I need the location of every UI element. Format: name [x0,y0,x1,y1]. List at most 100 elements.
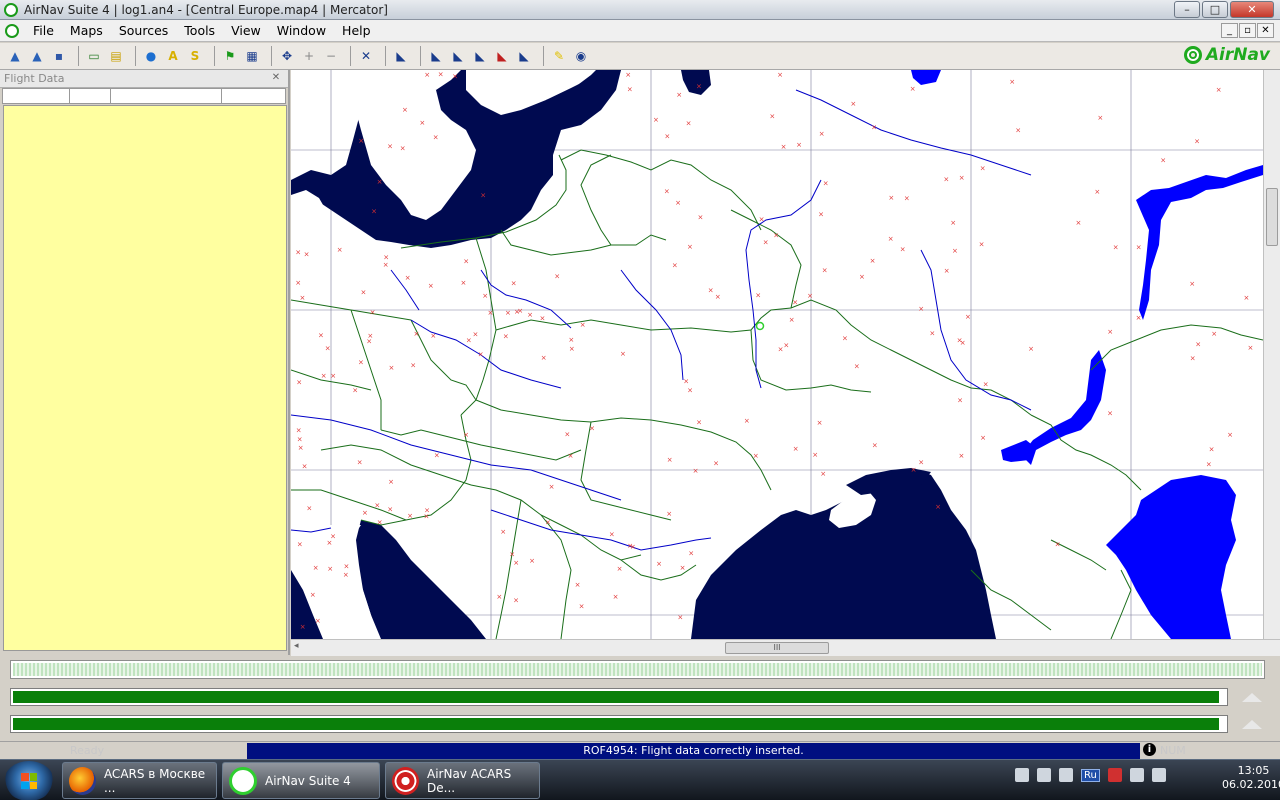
chart-icon[interactable]: ◣ [392,47,410,65]
airport-marker[interactable]: × [513,597,519,605]
airport-marker[interactable]: × [910,85,916,93]
airport-marker[interactable]: × [918,458,924,466]
airport-marker[interactable]: × [505,309,511,317]
airport-marker[interactable]: × [1194,138,1200,146]
airport-marker[interactable]: × [463,431,469,439]
airport-marker[interactable]: × [918,305,924,313]
airport-marker[interactable]: × [1107,328,1113,336]
radar-icon[interactable]: ▦ [243,47,261,65]
chart-4-icon[interactable]: ◣ [471,47,489,65]
airport-marker[interactable]: × [488,309,494,317]
airport-marker[interactable]: × [1009,78,1015,86]
airport-marker[interactable]: × [1107,409,1113,417]
chart-2-icon[interactable]: ◣ [427,47,445,65]
airport-marker[interactable]: × [343,571,349,579]
zoom-out-icon[interactable]: − [322,47,340,65]
airport-marker[interactable]: × [424,71,430,79]
airport-marker[interactable]: × [698,213,704,221]
airport-marker[interactable]: × [358,137,364,145]
taskbar-item-firefox[interactable]: ACARS в Москве ... [62,762,217,799]
open-icon[interactable]: ▲ [6,47,24,65]
airport-marker[interactable]: × [366,338,372,346]
airport-marker[interactable]: × [950,219,956,227]
airport-marker[interactable]: × [773,231,779,239]
airport-marker[interactable]: × [300,294,306,302]
airport-marker[interactable]: × [957,396,963,404]
airport-marker[interactable]: × [511,280,517,288]
airport-marker[interactable]: × [653,116,659,124]
airport-marker[interactable]: × [888,194,894,202]
airport-marker[interactable]: × [433,134,439,142]
airport-marker[interactable]: × [304,250,310,258]
menu-sources[interactable]: Sources [111,23,176,38]
airport-marker[interactable]: × [715,293,721,301]
airport-marker[interactable]: × [466,336,472,344]
airport-marker[interactable]: × [935,503,941,511]
keyboard-icon[interactable] [1037,768,1051,782]
airport-marker[interactable]: × [482,292,488,300]
airport-marker[interactable]: × [1094,188,1100,196]
column-header[interactable] [3,89,70,103]
flight-list[interactable] [3,105,287,651]
network-icon[interactable] [1015,768,1029,782]
airport-marker[interactable]: × [306,504,312,512]
highlight-icon[interactable]: ✎ [550,47,568,65]
airport-marker[interactable]: × [549,483,555,491]
airport-marker[interactable]: × [1113,243,1119,251]
close-button[interactable]: ✕ [1230,1,1274,18]
map-horizontal-scrollbar[interactable]: ◂ III [291,639,1280,656]
airport-marker[interactable]: × [944,267,950,275]
airport-marker[interactable]: × [297,436,303,444]
airport-marker[interactable]: × [911,466,917,474]
airport-marker[interactable]: × [904,194,910,202]
minimize-button[interactable]: – [1174,1,1200,18]
airport-marker[interactable]: × [461,279,467,287]
action-center-icon[interactable] [1107,768,1122,782]
airport-marker[interactable]: × [554,273,560,281]
airport-marker[interactable]: × [388,478,394,486]
airport-marker[interactable]: × [713,460,719,468]
airport-marker[interactable]: × [410,362,416,370]
airport-marker[interactable]: × [822,267,828,275]
airport-marker[interactable]: × [1248,344,1254,352]
airport-marker[interactable]: × [358,359,364,367]
airport-marker[interactable]: × [693,467,699,475]
maximize-button[interactable]: □ [1202,1,1228,18]
airport-marker[interactable]: × [677,614,683,622]
airport-marker[interactable]: × [871,124,877,132]
vertical-scroll-thumb[interactable] [1266,188,1278,246]
airport-marker[interactable]: × [872,441,878,449]
airport-marker[interactable]: × [438,70,444,78]
airport-marker[interactable]: × [854,362,860,370]
airport-marker[interactable]: × [959,174,965,182]
airport-marker[interactable]: × [428,282,434,290]
airport-marker[interactable]: × [344,563,350,571]
airport-marker[interactable]: × [980,434,986,442]
airport-marker[interactable]: × [789,316,795,324]
airport-marker[interactable]: × [357,459,363,467]
airport-marker[interactable]: × [627,86,633,94]
airport-marker[interactable]: × [527,311,533,319]
airport-marker[interactable]: × [763,239,769,247]
airport-marker[interactable]: × [688,550,694,558]
airport-marker[interactable]: × [452,73,458,81]
expand-arrow-icon[interactable] [1242,720,1262,729]
airport-marker[interactable]: × [509,550,515,558]
airport-marker[interactable]: × [870,257,876,265]
airport-marker[interactable]: × [580,321,586,329]
airport-marker[interactable]: × [820,470,826,478]
airport-marker[interactable]: × [753,452,759,460]
notes-icon[interactable]: ▤ [107,47,125,65]
save-icon[interactable]: ▪ [50,47,68,65]
panel-close-icon[interactable]: ✕ [270,72,282,84]
airport-marker[interactable]: × [979,240,985,248]
airport-marker[interactable]: × [664,187,670,195]
airport-marker[interactable]: × [568,336,574,344]
airport-marker[interactable]: × [568,452,574,460]
airport-marker[interactable]: × [1189,280,1195,288]
airport-marker[interactable]: × [318,331,324,339]
airport-marker[interactable]: × [781,143,787,151]
horizontal-scroll-thumb[interactable]: III [725,642,829,654]
airport-marker[interactable]: × [792,298,798,306]
airport-marker[interactable]: × [687,243,693,251]
